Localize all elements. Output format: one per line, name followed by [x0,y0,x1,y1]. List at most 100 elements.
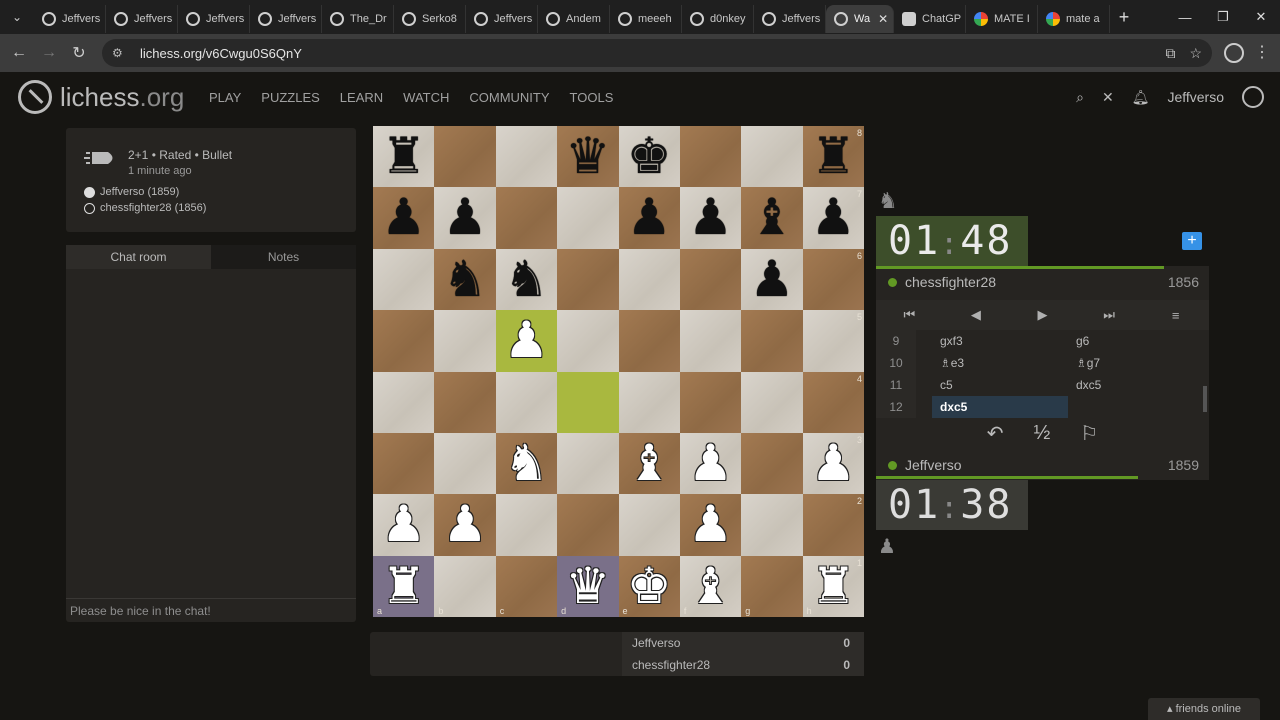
prev-move-icon[interactable]: ◀ [943,307,1010,323]
square-d3[interactable] [557,432,619,495]
black-move[interactable]: dxc5 [1068,374,1198,396]
piece-c6[interactable]: ♞ [496,249,557,310]
square-e5[interactable] [618,310,680,372]
first-move-icon[interactable]: ⏮ [876,307,943,323]
piece-f3[interactable]: ♟ [680,433,741,494]
piece-b7[interactable]: ♟ [434,187,495,248]
piece-a8[interactable]: ♜ [373,126,434,187]
last-move-icon[interactable]: ⏭ [1076,307,1143,323]
square-b5[interactable] [434,310,496,372]
browser-tab[interactable]: Jeffvers [754,5,826,33]
piece-b2[interactable]: ♟ [434,494,495,555]
browser-tab[interactable]: Jeffvers [250,5,322,33]
browser-tab[interactable]: Wa ✕ [826,5,894,33]
square-b4[interactable] [434,371,496,433]
piece-h3[interactable]: ♟ [803,433,864,494]
tab-search-icon[interactable]: ⌄ [0,0,34,34]
browser-tab[interactable]: Jeffvers [106,5,178,33]
square-a6[interactable] [373,248,435,311]
browser-tab[interactable]: Jeffvers [178,5,250,33]
user-menu[interactable]: Jeffverso [1167,89,1224,105]
square-f4[interactable] [679,371,742,433]
minimize-icon[interactable]: — [1166,0,1204,34]
square-g3[interactable] [741,432,803,495]
square-a5[interactable] [373,310,435,372]
square-b8[interactable] [434,126,496,188]
menu-kebab-icon[interactable]: ⋮ [1254,42,1270,62]
profile-icon[interactable] [1224,43,1244,63]
menu-icon[interactable]: ≡ [1142,308,1209,323]
browser-tab[interactable]: Serko8 [394,5,466,33]
close-window-icon[interactable]: ✕ [1242,0,1280,34]
square-h6[interactable] [802,248,865,311]
nav-play[interactable]: PLAY [209,90,241,105]
square-f5[interactable] [679,310,742,372]
bookmark-star-icon[interactable]: ☆ [1189,45,1202,62]
piece-h1[interactable]: ♜ [803,556,864,617]
browser-tab[interactable]: Andem [538,5,610,33]
piece-e8[interactable]: ♚ [619,126,680,187]
piece-g6[interactable]: ♟ [741,249,802,310]
square-f6[interactable] [679,248,742,311]
piece-a2[interactable]: ♟ [373,494,434,555]
browser-tab[interactable]: The_Dr [322,5,394,33]
square-f8[interactable] [679,126,742,188]
chat-input[interactable]: Please be nice in the chat! [66,598,356,622]
bell-icon[interactable]: 🔔︎ [1132,89,1150,106]
site-logo[interactable]: lichess.org [18,80,184,114]
piece-h8[interactable]: ♜ [803,126,864,187]
opponent-name[interactable]: chessfighter28 [888,274,996,290]
new-tab-button[interactable]: + [1110,7,1138,28]
forward-icon[interactable]: → [34,44,64,62]
square-d6[interactable] [557,248,619,311]
piece-a7[interactable]: ♟ [373,187,434,248]
square-d2[interactable] [557,494,619,556]
browser-tab[interactable]: meeeh [610,5,682,33]
piece-e3[interactable]: ♝ [619,433,680,494]
white-player[interactable]: Jeffverso (1859) [84,186,179,198]
browser-tab[interactable]: Jeffvers [466,5,538,33]
square-g2[interactable] [741,494,803,556]
piece-f1[interactable]: ♝ [680,556,741,617]
square-h4[interactable] [802,371,865,433]
search-icon[interactable]: ⌕ [1076,89,1084,106]
offer-draw-icon[interactable]: ½ [1034,422,1051,445]
friends-online-button[interactable]: ▴ friends online [1148,698,1260,720]
tab-notes[interactable]: Notes [211,245,356,269]
square-c1[interactable] [495,555,558,618]
moves-scrollbar[interactable] [1203,386,1207,412]
piece-a1[interactable]: ♜ [373,556,434,617]
chess-board[interactable]: ♜ ♛ ♚ ♜ ♟ ♟ ♟ ♟ ♝ ♟ ♞ ♞ ♟ ♟ ♞ ♝ ♟ ♟ ♟ ♟ ♟ ♜ ♛ ♚ ♝ ♜ 8 7 6 5 4 3 2 1 a b c d e f… [373,126,865,618]
piece-h7[interactable]: ♟ [803,187,864,248]
black-move[interactable]: ♗g7 [1068,352,1198,374]
square-d4[interactable] [557,371,619,433]
user-avatar-icon[interactable] [1242,86,1264,108]
restore-icon[interactable]: ❐ [1204,0,1242,34]
url-text[interactable]: lichess.org/v6Cwgu0S6QnY [140,46,302,61]
square-c2[interactable] [495,494,558,556]
black-player[interactable]: chessfighter28 (1856) [84,202,206,214]
nav-learn[interactable]: LEARN [340,90,383,105]
piece-c5[interactable]: ♟ [496,310,557,371]
site-info-icon[interactable]: ⚙ [112,46,130,60]
square-g5[interactable] [741,310,803,372]
reload-icon[interactable]: ↻ [64,43,94,63]
square-b3[interactable] [434,432,496,495]
browser-tab[interactable]: MATE I [966,5,1038,33]
square-a3[interactable] [373,432,435,495]
my-name[interactable]: Jeffverso [888,457,962,473]
nav-tools[interactable]: TOOLS [570,90,614,105]
swords-icon[interactable]: ✕ [1102,89,1114,106]
piece-c3[interactable]: ♞ [496,433,557,494]
square-g1[interactable] [741,555,803,618]
square-b1[interactable] [434,555,496,618]
square-g8[interactable] [741,126,803,188]
square-c7[interactable] [495,187,558,249]
white-move[interactable]: c5 [932,374,1068,396]
piece-g7[interactable]: ♝ [741,187,802,248]
square-a4[interactable] [373,371,435,433]
piece-e7[interactable]: ♟ [619,187,680,248]
piece-f7[interactable]: ♟ [680,187,741,248]
square-c4[interactable] [495,371,558,433]
nav-puzzles[interactable]: PUZZLES [261,90,320,105]
